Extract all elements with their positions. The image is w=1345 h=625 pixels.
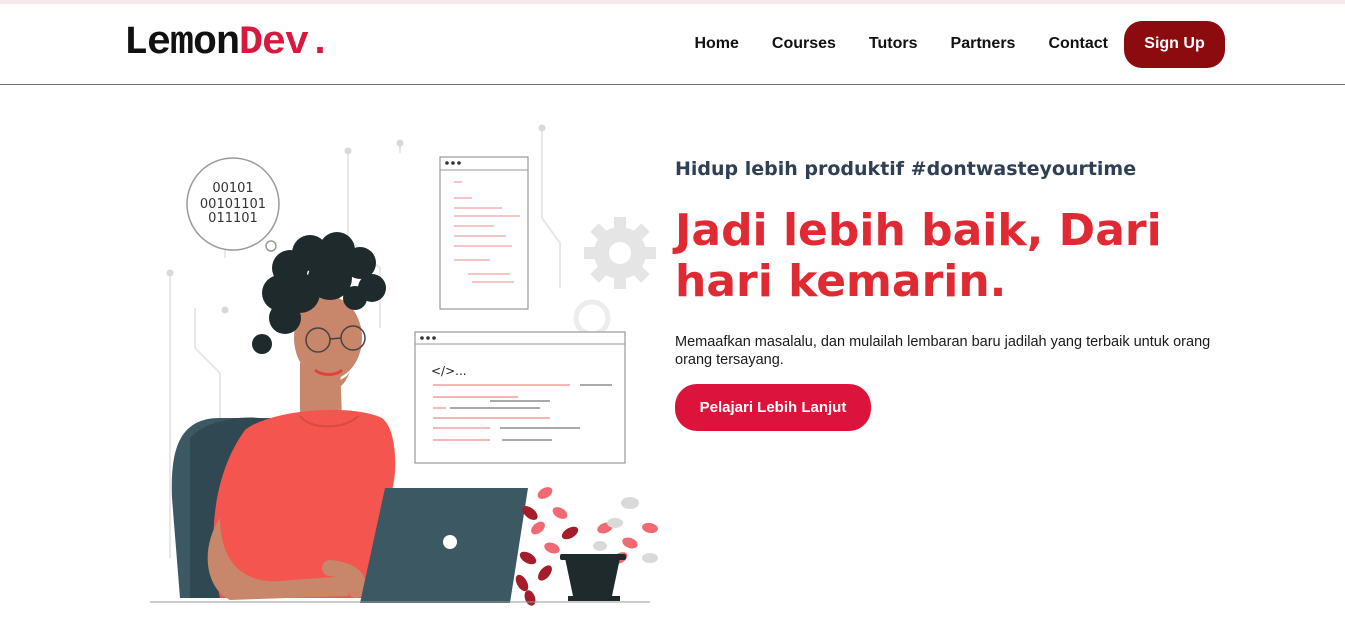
person: [207, 232, 396, 600]
small-gear-icon: [573, 299, 611, 337]
hero-tagline: Hidup lebih produktif #dontwasteyourtime: [675, 158, 1137, 180]
logo-text-dev: Dev: [239, 21, 309, 66]
signup-button[interactable]: Sign Up: [1124, 20, 1225, 68]
logo-dot: .: [308, 21, 332, 66]
hero-description: Memaafkan masalalu, dan mulailah lembara…: [675, 334, 1211, 368]
thought-bubble: 00101 00101101 011101: [186, 157, 280, 252]
plant: [515, 487, 658, 606]
nav-link-tutors[interactable]: Tutors: [869, 35, 918, 53]
code-window-bottom: </>...: [414, 331, 626, 464]
binary-line-2: 00101101: [200, 197, 266, 212]
main-nav: Home Courses Tutors Partners Contact Sig…: [694, 20, 1225, 68]
nav-link-partners[interactable]: Partners: [951, 35, 1016, 53]
developer-illustration: 00101 00101101 011101 </>...: [150, 124, 658, 606]
gear-icon: [584, 217, 656, 289]
nav-link-home[interactable]: Home: [694, 35, 738, 53]
nav-link-courses[interactable]: Courses: [772, 35, 836, 53]
code-tag: </>...: [431, 364, 467, 378]
hero-headline: Jadi lebih baik, Dari hari kemarin.: [675, 205, 1162, 307]
nav-link-contact[interactable]: Contact: [1048, 35, 1108, 53]
logo-text-lemon: Lemon: [124, 21, 240, 66]
brand-logo[interactable]: LemonDev.: [124, 21, 332, 66]
navbar: LemonDev. Home Courses Tutors Partners C…: [0, 4, 1345, 85]
laptop: [360, 488, 528, 603]
binary-line-1: 00101: [212, 181, 253, 196]
code-window-top: [439, 156, 529, 310]
learn-more-button[interactable]: Pelajari Lebih Lanjut: [675, 384, 871, 431]
binary-line-3: 011101: [208, 211, 258, 226]
